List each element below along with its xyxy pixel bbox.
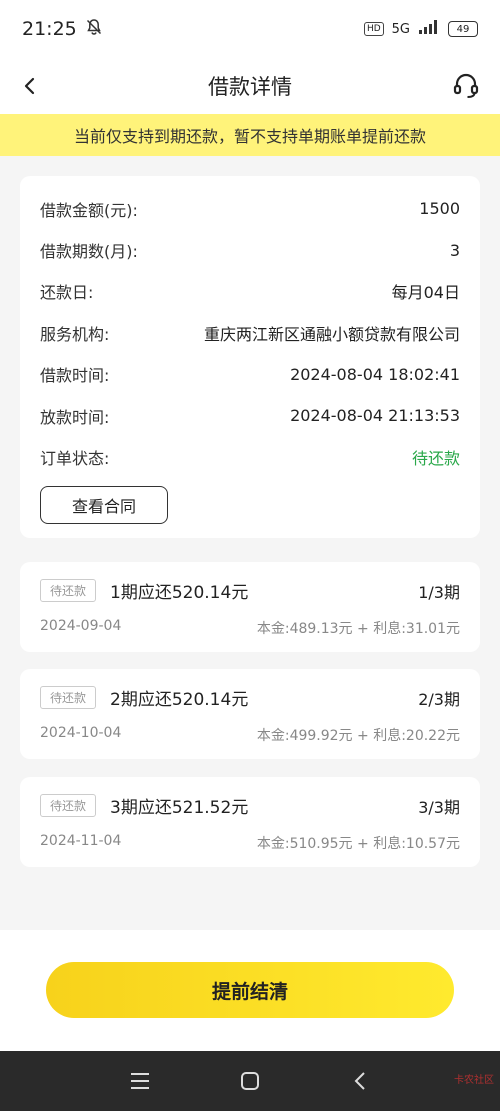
battery-icon: 49	[448, 21, 478, 37]
back-arrow-icon[interactable]	[14, 70, 46, 102]
installment-date: 2024-09-04	[40, 618, 122, 634]
watermark: 卡农社区	[454, 1075, 494, 1086]
hd-badge: HD	[363, 22, 384, 36]
detail-row-terms: 借款期数(月): 3	[40, 229, 460, 270]
view-contract-button[interactable]: 查看合同	[40, 485, 168, 524]
nav-bar: 借款详情	[0, 58, 500, 114]
installment-details: 2024-11-04 本金:510.95元 + 利息:10.57元	[40, 833, 460, 853]
detail-row-amount: 借款金额(元): 1500	[40, 188, 460, 229]
detail-label: 订单状态:	[40, 449, 110, 469]
detail-value: 2024-08-04 18:02:41	[290, 364, 460, 384]
detail-row-status: 订单状态: 待还款	[40, 436, 460, 477]
installment-title: 3期应还521.52元	[110, 798, 249, 818]
detail-label: 放款时间:	[40, 407, 110, 427]
status-bar: 21:25 HD 5G 49	[0, 0, 500, 58]
detail-label: 借款期数(月):	[40, 242, 138, 262]
installment-title-group: 待还款 1期应还520.14元	[40, 578, 248, 603]
mute-bell-icon	[85, 18, 103, 41]
installment-card[interactable]: 待还款 2期应还520.14元 2/3期 2024-10-04 本金:499.9…	[20, 669, 480, 759]
installment-title: 2期应还520.14元	[110, 690, 249, 710]
installment-period: 3/3期	[418, 797, 460, 817]
installment-header: 待还款 1期应还520.14元 1/3期	[40, 578, 460, 603]
installment-status-badge: 待还款	[40, 794, 97, 817]
installment-title: 1期应还520.14元	[110, 583, 249, 603]
installment-breakdown: 本金:489.13元 + 利息:31.01元	[256, 621, 460, 637]
detail-value: 重庆两江新区通融小额贷款有限公司	[203, 324, 460, 344]
installment-date: 2024-10-04	[40, 725, 122, 741]
detail-row-loan-time: 借款时间: 2024-08-04 18:02:41	[40, 354, 460, 395]
menu-icon[interactable]	[128, 1069, 152, 1093]
headset-icon[interactable]	[448, 68, 484, 104]
notice-banner: 当前仅支持到期还款，暂不支持单期账单提前还款	[0, 114, 500, 156]
detail-label: 借款时间:	[40, 366, 110, 386]
installment-date: 2024-11-04	[40, 833, 122, 849]
detail-value: 2024-08-04 21:13:53	[290, 406, 460, 426]
installment-period: 2/3期	[418, 689, 460, 709]
detail-label: 借款金额(元):	[40, 200, 138, 220]
home-icon[interactable]	[238, 1069, 262, 1093]
status-indicators: HD 5G 49	[363, 19, 478, 39]
installment-title-group: 待还款 2期应还520.14元	[40, 685, 248, 710]
detail-label: 服务机构:	[40, 324, 110, 344]
system-nav-bar: 卡农社区	[0, 1051, 500, 1111]
installment-breakdown: 本金:499.92元 + 利息:20.22元	[256, 728, 460, 744]
detail-value: 1500	[419, 199, 460, 219]
order-status-value: 待还款	[411, 449, 460, 469]
installment-period: 1/3期	[418, 582, 460, 602]
detail-row-disburse-time: 放款时间: 2024-08-04 21:13:53	[40, 395, 460, 436]
installment-details: 2024-09-04 本金:489.13元 + 利息:31.01元	[40, 618, 460, 638]
bottom-action-area: 提前结清	[0, 930, 500, 1051]
status-time-group: 21:25	[22, 18, 103, 41]
detail-row-repay-day: 还款日: 每月04日	[40, 271, 460, 312]
detail-value: 每月04日	[391, 283, 460, 303]
installment-title-group: 待还款 3期应还521.52元	[40, 793, 248, 818]
detail-value: 3	[449, 240, 460, 260]
installment-header: 待还款 2期应还520.14元 2/3期	[40, 685, 460, 710]
installment-header: 待还款 3期应还521.52元 3/3期	[40, 793, 460, 818]
early-settle-button[interactable]: 提前结清	[46, 962, 454, 1018]
notice-text: 当前仅支持到期还款，暂不支持单期账单提前还款	[73, 127, 426, 146]
installment-breakdown: 本金:510.95元 + 利息:10.57元	[256, 836, 460, 852]
network-label: 5G	[391, 21, 410, 37]
installment-status-badge: 待还款	[40, 686, 97, 709]
detail-label: 还款日:	[40, 283, 94, 303]
signal-icon	[418, 19, 440, 39]
installment-details: 2024-10-04 本金:499.92元 + 利息:20.22元	[40, 725, 460, 745]
installment-card[interactable]: 待还款 3期应还521.52元 3/3期 2024-11-04 本金:510.9…	[20, 777, 480, 867]
installment-status-badge: 待还款	[40, 579, 97, 602]
battery-level: 49	[456, 23, 470, 35]
installment-card[interactable]: 待还款 1期应还520.14元 1/3期 2024-09-04 本金:489.1…	[20, 562, 480, 652]
status-time: 21:25	[22, 18, 77, 40]
back-icon[interactable]	[348, 1069, 372, 1093]
detail-row-institution: 服务机构: 重庆两江新区通融小额贷款有限公司	[40, 312, 460, 353]
page-title: 借款详情	[208, 75, 292, 99]
loan-detail-card: 借款金额(元): 1500 借款期数(月): 3 还款日: 每月04日 服务机构…	[20, 176, 480, 538]
